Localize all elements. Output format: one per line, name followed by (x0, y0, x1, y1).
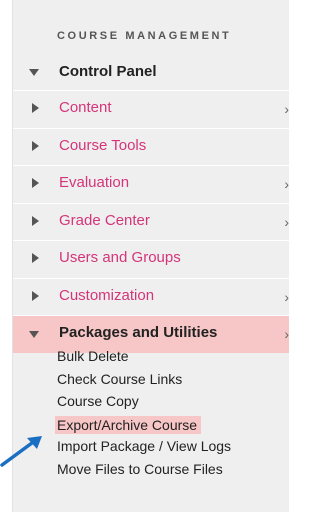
menu-item-label: Users and Groups (59, 249, 181, 266)
menu-item-label: Course Tools (59, 136, 147, 154)
menu-item-label: Content (59, 99, 112, 116)
submenu-item-check-course-links[interactable]: Check Course Links (13, 368, 289, 391)
submenu-item-course-copy[interactable]: Course Copy (13, 390, 289, 413)
menu-item-evaluation[interactable]: Evaluation › (13, 165, 289, 203)
menu-item-customization[interactable]: Customization › (13, 277, 289, 316)
menu-item-users-and-groups[interactable]: Users and Groups (13, 240, 289, 278)
control-panel-label: Control Panel (59, 63, 157, 80)
submenu-item-import-package[interactable]: Import Package / View Logs (13, 435, 289, 458)
chevron-right-icon: › (284, 101, 289, 117)
submenu-item-label: Bulk Delete (57, 348, 129, 364)
pointer-arrow-icon (0, 436, 42, 467)
packages-submenu: Bulk Delete Check Course Links Course Co… (13, 345, 289, 480)
submenu-item-label: Move Files to Course Files (57, 460, 223, 477)
submenu-item-label: Course Copy (57, 393, 139, 409)
expanded-triangle-icon (29, 331, 39, 338)
submenu-item-bulk-delete[interactable]: Bulk Delete (13, 345, 289, 368)
menu-item-label: Customization (59, 286, 155, 304)
section-title: COURSE MANAGEMENT (57, 30, 232, 42)
collapsed-triangle-icon (32, 140, 39, 151)
submenu-item-label: Check Course Links (57, 370, 183, 387)
collapsed-triangle-icon (32, 178, 39, 188)
menu-item-grade-center[interactable]: Grade Center › (13, 202, 289, 241)
menu-item-label: Grade Center (59, 211, 150, 229)
submenu-item-move-files[interactable]: Move Files to Course Files (13, 458, 289, 481)
menu-item-label: Packages and Utilities (59, 324, 218, 341)
submenu-item-label: Import Package / View Logs (57, 438, 232, 454)
collapsed-triangle-icon (32, 253, 39, 263)
expanded-triangle-icon (29, 69, 39, 76)
collapsed-triangle-icon (32, 103, 39, 113)
menu-item-label: Evaluation (59, 174, 130, 191)
menu-item-course-tools[interactable]: Course Tools (13, 127, 289, 166)
chevron-right-icon: › (284, 288, 289, 305)
control-panel-header[interactable]: Control Panel (13, 58, 289, 88)
chevron-right-icon: › (284, 326, 289, 342)
chevron-right-icon: › (284, 176, 289, 192)
collapsed-triangle-icon (32, 290, 39, 301)
collapsed-triangle-icon (32, 215, 39, 226)
course-management-panel: COURSE MANAGEMENT Control Panel Content … (12, 0, 289, 512)
submenu-item-export-archive-course[interactable]: Export/Archive Course (13, 413, 289, 436)
menu-item-content[interactable]: Content › (13, 90, 289, 128)
chevron-right-icon: › (284, 213, 289, 230)
submenu-item-label: Export/Archive Course (55, 415, 202, 434)
